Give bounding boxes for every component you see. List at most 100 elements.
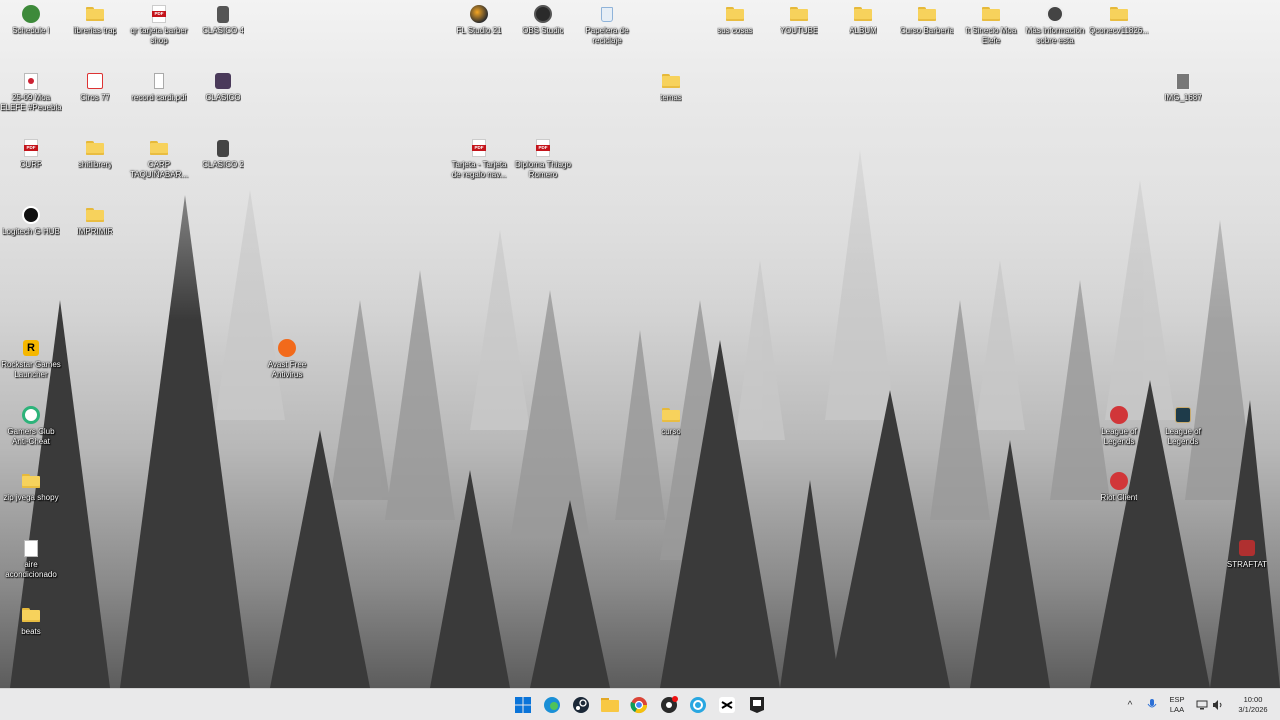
capcut-icon (719, 697, 735, 713)
desktop-icon-logitech[interactable]: Logitech G HUB (0, 205, 62, 237)
microphone-button[interactable] (1144, 689, 1160, 720)
image-file-icon (213, 71, 233, 91)
desktop-icon-audio-file[interactable]: 25-09 Moa ELEFE #Peuebla (0, 71, 62, 113)
icon-label: FL Studio 21 (456, 26, 502, 35)
icon-label: Avast Free Antivirus (267, 360, 307, 379)
taskbar-file-explorer[interactable] (599, 694, 621, 716)
desktop-icon-record-cardi[interactable]: record cardi.pdf (128, 71, 190, 103)
volume-button[interactable] (1210, 689, 1226, 720)
icon-label: CURP (19, 160, 43, 169)
riot-icon (1109, 471, 1129, 491)
desktop-icon-temas[interactable]: temas (640, 71, 702, 103)
icon-label: Logitech G HUB (2, 227, 60, 236)
icon-label: aire acondicionado (5, 560, 57, 579)
desktop-icon-diploma[interactable]: PDF Diploma Thiago Romero (512, 138, 574, 180)
icon-label: STRAFTAT (1226, 560, 1268, 569)
desktop-icon-sinecio[interactable]: ft Sinecio Moa Elefe (960, 4, 1022, 46)
icon-label: zip jvega shopy (3, 493, 59, 502)
icon-label: CLASICO (205, 93, 241, 102)
desktop-icon-carp-taquina[interactable]: CARP TAQUIÑABAR... (128, 138, 190, 180)
copilot-icon (690, 697, 706, 713)
desktop-icon-tarjeta-regalo[interactable]: PDF Tarjeta - Tarjeta de regalo nav... (448, 138, 510, 180)
taskbar-copilot[interactable] (687, 694, 709, 716)
image-file-icon (1173, 71, 1193, 91)
desktop-icon-ciros[interactable]: Ciros 77 (64, 71, 126, 103)
zip-folder-icon (149, 138, 169, 158)
taskbar-epic-games[interactable] (746, 694, 768, 716)
clock-time: 10:00 (1243, 695, 1263, 704)
edge-icon (544, 697, 560, 713)
desktop-icon-clasico[interactable]: CLASICO (192, 71, 254, 103)
taskbar-obs[interactable] (658, 694, 680, 716)
desktop-icon-shitlibrery[interactable]: shitlibrery (64, 138, 126, 170)
desktop-icon-qr-tarjeta[interactable]: PDF qr tarjeta barber shop (128, 4, 190, 46)
folder-icon (981, 4, 1001, 24)
desktop-icon-lol2[interactable]: League of Legends (1152, 405, 1214, 447)
folder-icon (725, 4, 745, 24)
desktop-icon-youtube[interactable]: YOUTUBE (768, 4, 830, 36)
start-button[interactable] (512, 694, 534, 716)
desktop-icon-clasico4[interactable]: CLASICO 4 (192, 4, 254, 36)
icon-label: librerias trap (72, 26, 117, 35)
icon-label: 25-09 Moa ELEFE #Peuebla (0, 93, 62, 112)
desktop-icon-librerias[interactable]: librerias trap (64, 4, 126, 36)
language-indicator[interactable]: ESP LAA (1164, 689, 1190, 720)
show-hidden-icons-button[interactable]: ^ (1122, 689, 1138, 720)
icon-label: Riot Client (1100, 493, 1138, 502)
icon-label: YOUTUBE (779, 26, 819, 35)
desktop-icon-strafat[interactable]: STRAFTAT (1216, 538, 1278, 570)
taskbar-chrome[interactable] (628, 694, 650, 716)
pdf-icon: PDF (149, 4, 169, 24)
desktop-icon-gamers-club[interactable]: Gamers Club Anti-Cheat (0, 405, 62, 447)
desktop-icon-rockstar[interactable]: R Rockstar Games Launcher (0, 338, 62, 380)
taskbar-edge[interactable] (541, 694, 563, 716)
chrome-icon (630, 697, 648, 714)
desktop-icon-schedule[interactable]: Schedule I (0, 4, 62, 36)
desktop-icon-qconecv[interactable]: Qconecv11826... (1088, 4, 1150, 36)
icon-label: shitlibrery (77, 160, 113, 169)
clock-date: 3/1/2026 (1238, 705, 1268, 714)
desktop-icon-beats[interactable]: beats (0, 605, 62, 637)
audio-file-icon (21, 71, 41, 91)
icon-label: CARP TAQUIÑABAR... (129, 160, 189, 179)
desktop-icon-curso[interactable]: curso (640, 405, 702, 437)
desktop-icon-album[interactable]: ALBUM (832, 4, 894, 36)
taskbar: ^ ESP LAA 10:00 3/1/2026 (0, 688, 1280, 720)
desktop-icon-zip-jvega[interactable]: zip jvega shopy (0, 471, 62, 503)
desktop-icon-riot[interactable]: Riot Client (1088, 471, 1150, 503)
taskbar-capcut[interactable] (716, 694, 738, 716)
pdf-icon: PDF (21, 138, 41, 158)
icon-label: Curso Barbería (899, 26, 955, 35)
desktop-icon-mas-info[interactable]: Más información sobre esta imag... (1024, 4, 1086, 46)
folder-icon (85, 138, 105, 158)
network-button[interactable] (1194, 689, 1210, 720)
desktop-icon-imprimir[interactable]: IMPRIMIR (64, 205, 126, 237)
fl-studio-icon (469, 4, 489, 24)
icon-label: Rockstar Games Launcher (1, 360, 61, 379)
desktop-icon-img[interactable]: IMG_1687 (1152, 71, 1214, 103)
icon-label: CLASICO 4 (202, 26, 244, 35)
desktop-icon-aire[interactable]: aire acondicionado (0, 538, 62, 580)
taskbar-steam[interactable] (570, 694, 592, 716)
image-file-icon (85, 71, 105, 91)
clock[interactable]: 10:00 3/1/2026 (1230, 689, 1276, 720)
folder-icon (85, 4, 105, 24)
desktop-icon-obs[interactable]: OBS Studio (512, 4, 574, 36)
icon-label: OBS Studio (522, 26, 564, 35)
desktop-icon-papelera[interactable]: Papelera de reciclaje (576, 4, 638, 46)
desktop-icon-avast[interactable]: Avast Free Antivirus (256, 338, 318, 380)
schedule-app-icon (21, 4, 41, 24)
desktop-icon-curso-barberia[interactable]: Curso Barbería (896, 4, 958, 36)
folder-icon (85, 205, 105, 225)
desktop-icon-fl-studio[interactable]: FL Studio 21 (448, 4, 510, 36)
rockstar-icon: R (21, 338, 41, 358)
pdf-icon: PDF (533, 138, 553, 158)
icon-label: Más información sobre esta imag... (1025, 26, 1085, 45)
riot-icon (1109, 405, 1129, 425)
desktop-icon-sus-cosas[interactable]: sus cosas (704, 4, 766, 36)
desktop-icon-curp[interactable]: PDF CURP (0, 138, 62, 170)
desktop-icon-clasico2[interactable]: CLASICO 2 (192, 138, 254, 170)
recycle-bin-icon (597, 4, 617, 24)
desktop-icon-lol1[interactable]: League of Legends (1088, 405, 1150, 447)
document-icon (149, 71, 169, 91)
